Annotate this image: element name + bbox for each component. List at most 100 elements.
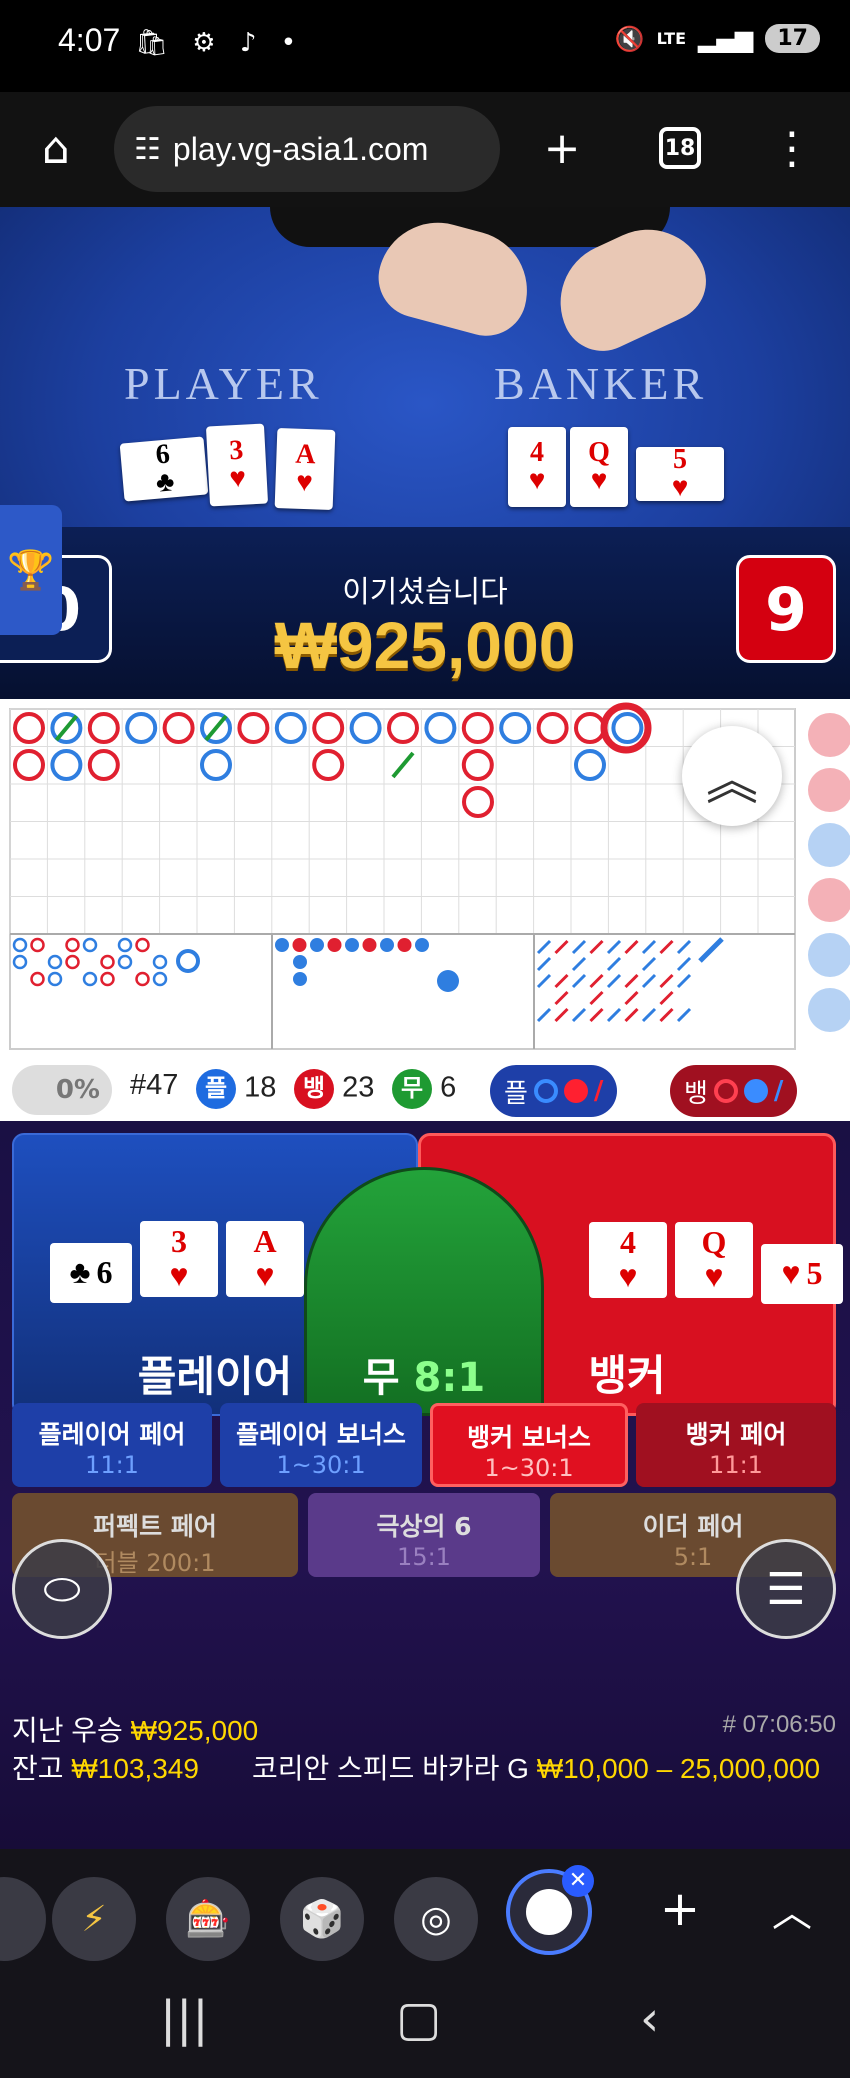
side-road-mark bbox=[808, 713, 850, 757]
active-app-dot bbox=[526, 1889, 572, 1935]
round-id: # 07:06:50 bbox=[722, 1711, 836, 1738]
balance-value: ₩103,349 bbox=[71, 1753, 199, 1784]
side-bet-name: 극상의 6 bbox=[376, 1512, 472, 1541]
notification-icons: 🛍 ⚙ ♪ • bbox=[135, 28, 305, 58]
side-road-mark bbox=[808, 988, 850, 1032]
predict-cockroach-icon: / bbox=[593, 1076, 604, 1106]
tie-count: 무 6 bbox=[392, 1069, 456, 1109]
recent-apps-icon[interactable]: ||| bbox=[160, 1991, 209, 2047]
small-road-mark bbox=[275, 938, 289, 952]
roadmap-frame bbox=[9, 708, 796, 1050]
banker-card-1: 4 ♥ bbox=[589, 1222, 667, 1298]
side-bet-name: 플레이어 페어 bbox=[38, 1420, 186, 1449]
new-tab-icon[interactable]: + bbox=[526, 112, 598, 184]
chrome-app-icon[interactable]: ◎ bbox=[394, 1877, 478, 1961]
player-pair-bet[interactable]: 플레이어 페어 11:1 bbox=[12, 1403, 212, 1487]
predict-small-road-icon bbox=[743, 1079, 768, 1103]
stats-bar: 0% #47 플 18 뱅 23 무 6 플 / 뱅 / bbox=[0, 1059, 850, 1121]
small-road-mark bbox=[380, 938, 394, 952]
last-win: 지난 우승 ₩925,000 bbox=[12, 1709, 258, 1749]
player-count-value: 18 bbox=[244, 1071, 277, 1104]
table-banker-card-3: 5 ♥ bbox=[636, 446, 724, 502]
bet-limits: ₩10,000 – 25,000,000 bbox=[536, 1753, 821, 1784]
tie-chip: 무 bbox=[392, 1069, 432, 1109]
banker-bonus-bet[interactable]: 뱅커 보너스 1~30:1 bbox=[430, 1403, 628, 1487]
home-icon[interactable]: ⌂ bbox=[20, 112, 92, 184]
menu-icon[interactable]: ☰ bbox=[736, 1539, 836, 1639]
side-road-mark bbox=[808, 878, 850, 922]
small-road-mark-current bbox=[437, 970, 459, 992]
predict-small-road-icon bbox=[563, 1079, 588, 1103]
slots-app-icon[interactable]: 🎲 bbox=[280, 1877, 364, 1961]
small-road-mark bbox=[292, 938, 307, 952]
predict-big-road-icon bbox=[533, 1079, 558, 1103]
banker-card-2: Q ♥ bbox=[675, 1222, 753, 1298]
player-count: 플 18 bbox=[196, 1069, 276, 1109]
player-predict-button[interactable]: 플 / bbox=[490, 1065, 618, 1117]
small-road-mark bbox=[293, 955, 307, 969]
player-card-2: 3 ♥ bbox=[140, 1221, 218, 1297]
table-info: 코리안 스피드 바카라 G ₩10,000 – 25,000,000 bbox=[252, 1747, 820, 1787]
percent-toggle[interactable]: 0% bbox=[12, 1065, 112, 1115]
table-banker-label: BANKER bbox=[494, 358, 708, 409]
tab-count: 18 bbox=[659, 127, 701, 169]
banker-count-value: 23 bbox=[342, 1071, 375, 1104]
banker-pair-bet[interactable]: 뱅커 페어 11:1 bbox=[636, 1403, 836, 1487]
banker-predict-label: 뱅 bbox=[684, 1078, 708, 1109]
more-menu-icon[interactable]: ⋮ bbox=[756, 112, 828, 184]
treasure-app-icon[interactable]: 🎰 bbox=[166, 1877, 250, 1961]
player-card-1: ♣ 6 bbox=[50, 1243, 132, 1303]
tab-switcher-button[interactable]: 18 bbox=[644, 112, 716, 184]
player-predict-label: 플 bbox=[504, 1078, 528, 1109]
small-road-mark bbox=[310, 938, 324, 952]
status-right: 🔇 LTE ▂▄▆ 17 bbox=[615, 24, 820, 53]
table-player-card-1: 6 ♣ bbox=[119, 436, 209, 502]
table-player-card-2: 3 ♥ bbox=[205, 423, 269, 507]
app-icon-partial[interactable] bbox=[0, 1877, 46, 1961]
super-six-bet[interactable]: 극상의 6 15:1 bbox=[308, 1493, 540, 1577]
tie-bet-area[interactable]: 무 8:1 bbox=[304, 1167, 544, 1416]
player-bonus-bet[interactable]: 플레이어 보너스 1~30:1 bbox=[220, 1403, 422, 1487]
win-message: 이기셨습니다 bbox=[342, 575, 508, 610]
player-card-3: A ♥ bbox=[226, 1221, 304, 1297]
status-bar: 4:07 🛍 ⚙ ♪ • 🔇 LTE ▂▄▆ 17 bbox=[0, 0, 850, 92]
status-time: 4:07 bbox=[58, 22, 121, 58]
last-win-label: 지난 우승 bbox=[12, 1715, 123, 1746]
app-switcher-bar: ⚡ 🎰 🎲 ◎ ✕ + ︿ bbox=[0, 1849, 850, 1969]
side-bet-name: 뱅커 보너스 bbox=[467, 1423, 591, 1452]
banker-predict-button[interactable]: 뱅 / bbox=[670, 1065, 798, 1117]
back-icon[interactable]: ‹ bbox=[640, 1991, 659, 2047]
side-bet-odds: 15:1 bbox=[397, 1543, 451, 1571]
predict-big-road-icon bbox=[713, 1079, 738, 1103]
live-video: PLAYER BANKER 6♣ 3♥ A♥ 4♥ Q♥ 5♥ 0 이기셨습니다… bbox=[0, 207, 850, 699]
close-app-icon[interactable]: ✕ bbox=[562, 1865, 594, 1897]
address-bar[interactable]: ☷ play.vg-asia1.com bbox=[114, 106, 500, 192]
url-text: play.vg-asia1.com bbox=[172, 130, 429, 167]
chevron-up-icon[interactable]: ︿ bbox=[756, 1873, 828, 1945]
betting-panel: ♣ 6 3 ♥ A ♥ 플레이어 4 ♥ Q ♥ ♥ 5 뱅커 무 8:1 플레이어 페어 … bbox=[0, 1121, 850, 1849]
side-road-mark bbox=[808, 768, 850, 812]
home-button-icon[interactable]: ▢ bbox=[396, 1991, 441, 2047]
trophy-icon[interactable]: 🏆 bbox=[0, 505, 62, 635]
win-amount: ₩925,000 bbox=[274, 608, 576, 682]
small-road-mark bbox=[327, 938, 342, 952]
chip-stack-icon[interactable]: ⬭ bbox=[12, 1539, 112, 1639]
table-banker-card-2: Q ♥ bbox=[570, 427, 628, 507]
side-bet-odds: 11:1 bbox=[85, 1451, 139, 1479]
site-settings-icon[interactable]: ☷ bbox=[134, 132, 161, 167]
add-app-icon[interactable]: + bbox=[644, 1873, 716, 1945]
banker-count: 뱅 23 bbox=[294, 1069, 374, 1109]
lte-icon: LTE bbox=[656, 29, 686, 48]
player-chip: 플 bbox=[196, 1069, 236, 1109]
lightning-app-icon[interactable]: ⚡ bbox=[52, 1877, 136, 1961]
table-banker-card-1: 4 ♥ bbox=[508, 427, 566, 507]
small-road-mark bbox=[415, 938, 429, 952]
side-road-mark bbox=[808, 823, 850, 867]
side-bet-name: 이더 페어 bbox=[642, 1512, 744, 1541]
side-road-mark bbox=[808, 933, 850, 977]
expand-roadmap-icon[interactable]: ︽ bbox=[682, 726, 782, 826]
small-road-mark bbox=[362, 938, 377, 952]
tie-odds: 8:1 bbox=[413, 1355, 486, 1401]
banker-chip: 뱅 bbox=[294, 1069, 334, 1109]
roadmap: ︽ bbox=[0, 699, 850, 1059]
